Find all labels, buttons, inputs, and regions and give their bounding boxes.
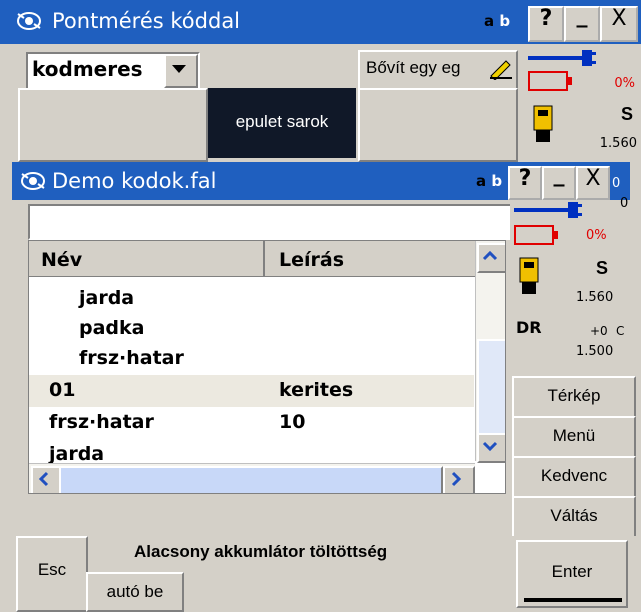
code-slot-left[interactable] <box>18 88 208 162</box>
chevron-left-icon <box>38 471 49 487</box>
esc-button[interactable]: Esc <box>16 536 88 612</box>
list-item[interactable]: padka <box>29 313 474 345</box>
chevron-up-icon <box>482 250 498 261</box>
code-slot-selected[interactable]: epulet sarok <box>208 88 356 158</box>
minimize-button[interactable]: _ <box>564 5 600 42</box>
edge-fragment: C <box>616 324 625 338</box>
app-logo-icon <box>17 12 41 30</box>
edge-fragment: 0 <box>620 196 629 211</box>
back-height: 1.560 <box>599 136 637 151</box>
help-button[interactable]: ? <box>508 166 542 200</box>
front-mode: S <box>596 258 609 278</box>
switch-button[interactable]: Váltás <box>512 496 636 540</box>
ab-toggle[interactable]: a b <box>484 12 510 30</box>
code-select-value: kodmeres <box>32 57 143 81</box>
back-mode: S <box>620 104 633 124</box>
code-select[interactable]: kodmeres <box>26 52 200 90</box>
close-button[interactable]: X <box>576 166 610 200</box>
total-station-icon <box>533 105 553 142</box>
map-button[interactable]: Térkép <box>512 376 636 420</box>
menu-button[interactable]: Menü <box>512 416 636 460</box>
code-list[interactable]: Név Leírás jarda padka frsz·hatar 01 ker… <box>28 240 506 494</box>
scroll-right-button[interactable] <box>443 466 475 493</box>
list-item[interactable]: frsz·hatar 10 <box>29 407 474 439</box>
enter-underline <box>524 598 622 602</box>
chevron-down-icon[interactable] <box>164 54 198 88</box>
help-button[interactable]: ? <box>528 6 564 42</box>
side-button-column: Térkép Menü Kedvenc Váltás <box>510 376 636 540</box>
horizontal-scrollbar[interactable] <box>29 463 475 493</box>
enter-button[interactable]: Enter <box>516 540 628 608</box>
scroll-left-button[interactable] <box>31 466 61 493</box>
search-input[interactable] <box>28 204 512 240</box>
scroll-down-button[interactable] <box>477 433 505 463</box>
vertical-scrollbar[interactable] <box>475 241 505 463</box>
dr-value: +0 <box>590 324 608 338</box>
list-header: Név Leírás <box>29 241 475 277</box>
low-battery-warning: Alacsony akkumlátor töltöttség <box>134 542 388 561</box>
back-battery-pct: 0% <box>614 76 635 91</box>
pencil-icon <box>490 60 512 80</box>
chevron-right-icon <box>451 471 462 487</box>
front-height: 1.560 <box>576 290 614 305</box>
edge-fragment: 0 <box>612 176 621 191</box>
dr-label: DR <box>516 318 542 337</box>
scroll-up-button[interactable] <box>477 243 505 273</box>
front-status-panel: 0% S 1.560 DR +0 C 1.500 <box>510 200 634 376</box>
list-item-selected[interactable]: 01 kerites <box>29 375 474 407</box>
chevron-down-icon <box>482 441 498 452</box>
column-header-name[interactable]: Név <box>29 241 265 277</box>
back-window-title: Pontmérés kóddal <box>52 9 241 33</box>
back-status-panel: 0% S 1.560 <box>520 44 641 160</box>
front-battery-pct: 0% <box>586 228 607 243</box>
antenna-icon <box>514 202 582 218</box>
column-header-description[interactable]: Leírás <box>267 241 475 277</box>
auto-toggle-button[interactable]: autó be <box>86 572 184 612</box>
scroll-thumb[interactable] <box>477 339 505 435</box>
minimize-button[interactable]: _ <box>542 164 576 200</box>
dr-height: 1.500 <box>576 344 614 359</box>
favorite-button[interactable]: Kedvenc <box>512 456 636 500</box>
list-item[interactable]: frsz·hatar <box>29 343 474 375</box>
battery-icon <box>528 71 572 91</box>
horizontal-scroll-thumb[interactable] <box>59 466 443 493</box>
app-logo-icon <box>21 172 45 190</box>
list-item[interactable]: jarda <box>29 283 474 315</box>
expand-button[interactable]: Bővít egy eg <box>358 50 518 90</box>
ab-toggle[interactable]: a b <box>476 172 502 190</box>
front-window-title: Demo kodok.fal <box>52 169 217 193</box>
battery-icon <box>514 225 558 245</box>
close-button[interactable]: X <box>600 6 638 42</box>
code-slot-right[interactable] <box>358 88 518 162</box>
total-station-icon <box>519 257 539 294</box>
